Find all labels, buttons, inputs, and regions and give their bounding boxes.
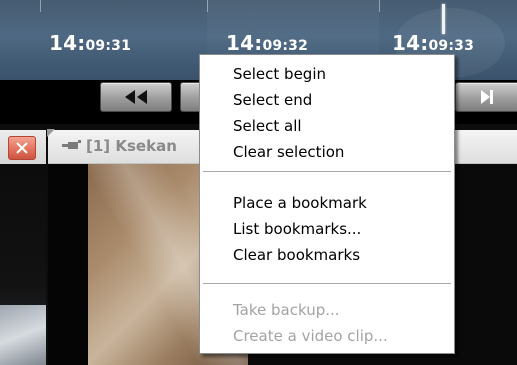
menu-item-select-all[interactable]: Select all <box>202 113 452 139</box>
video-dark-region <box>48 164 88 365</box>
timeline-tick <box>207 0 208 12</box>
left-camera-video <box>0 164 46 365</box>
skip-to-end-button[interactable] <box>455 82 517 112</box>
close-button[interactable] <box>8 136 36 160</box>
menu-item-create-video-clip: Create a video clip... <box>233 327 388 345</box>
time-label-hour: 14: <box>49 31 86 55</box>
video-frame-detail <box>0 305 46 365</box>
timeline-tick <box>40 0 41 12</box>
menu-separator <box>203 171 451 173</box>
time-label-minute: 09: <box>85 38 112 54</box>
timeline-tick <box>379 0 380 12</box>
time-label-second: 31 <box>111 38 132 54</box>
skip-to-end-icon <box>480 90 493 104</box>
panel-corner-marker <box>47 129 55 137</box>
menu-separator <box>203 283 451 285</box>
context-menu: Select begin Select end Select all Clear… <box>199 54 455 354</box>
time-label-minute: 09: <box>428 38 455 54</box>
time-label-minute: 09: <box>262 38 289 54</box>
menu-item-clear-selection[interactable]: Clear selection <box>202 139 452 165</box>
left-camera-panel <box>0 130 46 365</box>
camera-title: [1] Ksekan <box>86 137 177 155</box>
left-panel-header <box>0 130 46 164</box>
menu-item-select-end[interactable]: Select end <box>202 87 452 113</box>
menu-item-list-bookmarks[interactable]: List bookmarks... <box>202 216 452 242</box>
rewind-button[interactable] <box>100 82 172 112</box>
menu-item-clear-bookmarks[interactable]: Clear bookmarks <box>202 242 452 268</box>
time-label-hour: 14: <box>392 31 429 55</box>
time-label: 14:09:31 <box>49 31 131 55</box>
time-label-second: 33 <box>454 38 475 54</box>
time-label: 14:09:32 <box>226 31 308 55</box>
time-label-hour: 14: <box>226 31 263 55</box>
rewind-icon <box>125 90 147 104</box>
time-label: 14:09:33 <box>392 31 474 55</box>
video-player-window: 14:09:31 14:09:32 14:09:33 [1] Ksekan Se… <box>0 0 517 365</box>
menu-item-select-begin[interactable]: Select begin <box>202 61 452 87</box>
camera-icon <box>62 140 81 149</box>
menu-item-take-backup: Take backup... <box>233 301 340 319</box>
time-label-second: 32 <box>288 38 309 54</box>
menu-item-place-bookmark[interactable]: Place a bookmark <box>202 190 452 216</box>
playhead-marker[interactable] <box>442 4 445 34</box>
close-icon <box>16 142 28 154</box>
